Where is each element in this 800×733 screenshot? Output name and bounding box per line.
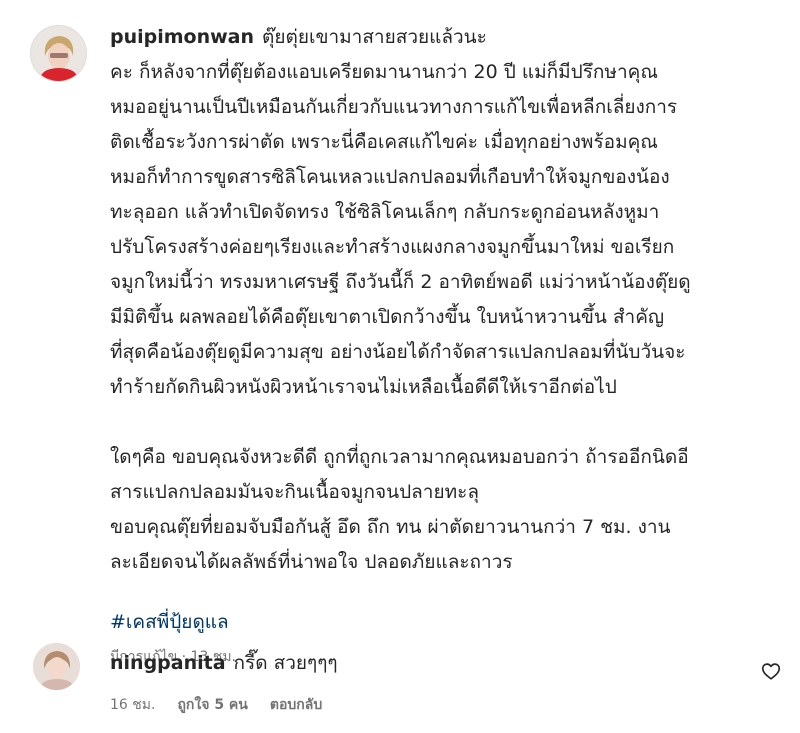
- caption-line: ทะลุออก แล้วทำเปิดจัดทรง ใช้ซิลิโคนเล็กๆ…: [110, 201, 660, 223]
- caption-line: ทำร้ายกัดกินผิวหนังผิวหน้าเราจนไม่เหลือเ…: [110, 376, 617, 398]
- caption-first-line: puipimonwan ตุ๊ยตุ่ยเขามาสายสวยแล้วนะ: [110, 20, 770, 55]
- post-caption: puipimonwan ตุ๊ยตุ่ยเขามาสายสวยแล้วนะ คะ …: [110, 20, 770, 667]
- caption-line: ละเอียดจนได้ผลลัพธ์ที่น่าพอใจ ปลอดภัยและ…: [110, 551, 513, 573]
- reply-button[interactable]: ตอบกลับ: [270, 694, 322, 716]
- caption-line: คะ ก็หลังจากที่ตุ๊ยต้องแอบเครียดมานานกว่…: [110, 61, 658, 83]
- hashtag-link[interactable]: #เคสพี่ปุ้ยดูแล: [110, 607, 770, 637]
- reply-comment: ningpanita กรี๊ด สวยๆๆๆ 16 ชม. ถูกใจ 5 คน…: [110, 648, 710, 716]
- caption-line: ขอบคุณตุ๊ยที่ยอมจับมือกันสู้ อึด ถึก ทน …: [110, 516, 671, 538]
- post-author-avatar[interactable]: [30, 25, 87, 82]
- heart-outline-icon[interactable]: [760, 660, 782, 682]
- reply-meta: 16 ชม. ถูกใจ 5 คน ตอบกลับ: [110, 694, 710, 716]
- caption-body: คะ ก็หลังจากที่ตุ๊ยต้องแอบเครียดมานานกว่…: [110, 55, 770, 405]
- reply-username[interactable]: ningpanita: [110, 652, 226, 674]
- reply-author-avatar[interactable]: [33, 643, 80, 690]
- caption-line: สารแปลกปลอมมันจะกินเนื้อจมูกจนปลายทะลุ: [110, 481, 479, 503]
- caption-line: ใดๆคือ ขอบคุณจังหวะดีดี ถูกที่ถูกเวลามาก…: [110, 446, 689, 468]
- reply-text-line: ningpanita กรี๊ด สวยๆๆๆ: [110, 648, 710, 678]
- avatar-image: [33, 643, 80, 690]
- caption-line: ปรับโครงสร้างค่อยๆเรียงและทำสร้างแผงกลาง…: [110, 236, 675, 258]
- post-username[interactable]: puipimonwan: [110, 26, 254, 48]
- caption-first-text: ตุ๊ยตุ่ยเขามาสายสวยแล้วนะ: [262, 26, 487, 48]
- caption-line: ที่สุดคือน้องตุ๊ยดูมีความสุข อย่างน้อยได…: [110, 341, 686, 363]
- avatar-image: [31, 26, 86, 81]
- reply-likes[interactable]: ถูกใจ 5 คน: [177, 694, 247, 716]
- caption-line: หมอก็ทำการขูดสารซิลิโคนเหลวแปลกปลอมที่เก…: [110, 166, 670, 188]
- reply-text: กรี๊ด สวยๆๆๆ: [233, 652, 338, 674]
- reply-time: 16 ชม.: [110, 697, 156, 713]
- caption-line: มีมิติขึ้น ผลพลอยได้คือตุ๊ยเขาตาเปิดกว้า…: [110, 306, 665, 328]
- caption-line: จมูกใหม่นี้ว่า ทรงมหาเศรษฐี ถึงวันนี้ก็ …: [110, 271, 691, 293]
- caption-body-2: ใดๆคือ ขอบคุณจังหวะดีดี ถูกที่ถูกเวลามาก…: [110, 440, 770, 580]
- caption-line: ติดเชื้อระวังการผ่าตัด เพราะนี่คือเคสแก้…: [110, 131, 658, 153]
- caption-line: หมออยู่นานเป็นปีเหมือนกันเกี่ยวกับแนวทาง…: [110, 96, 678, 118]
